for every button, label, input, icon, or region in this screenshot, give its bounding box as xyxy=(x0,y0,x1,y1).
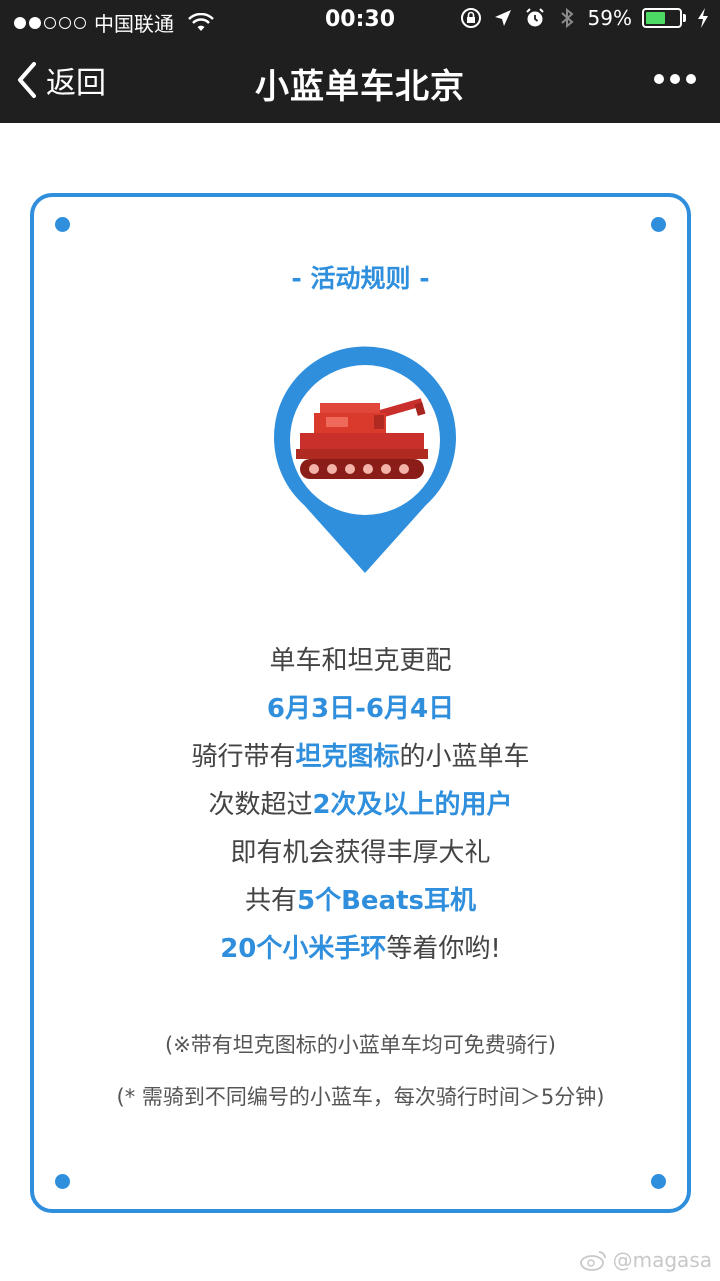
rule-highlight: 5个Beats耳机 xyxy=(297,886,476,916)
status-bar: 中国联通 00:30 59% xyxy=(0,0,720,40)
corner-dot xyxy=(55,217,70,232)
rule-line: 6月3日-6月4日 xyxy=(34,685,687,733)
rule-line: 单车和坦克更配 xyxy=(34,637,687,685)
rule-line: 次数超过2次及以上的用户 xyxy=(34,781,687,829)
rules-content: 单车和坦克更配 6月3日-6月4日 骑行带有坦克图标的小蓝单车 次数超过2次及以上的用… xyxy=(34,637,687,973)
corner-dot xyxy=(651,217,666,232)
note-line: (* 需骑到不同编号的小蓝车，每次骑行时间＞5分钟) xyxy=(116,1085,605,1109)
status-indicators: 59% xyxy=(460,6,710,30)
rule-text: 次数超过 xyxy=(208,790,313,820)
watermark-text: @magasa xyxy=(612,1248,712,1272)
rule-line: 共有5个Beats耳机 xyxy=(34,877,687,925)
battery-percent: 59% xyxy=(587,6,632,30)
map-pin-icon xyxy=(274,346,456,573)
rule-text: 单车和坦克更配 xyxy=(269,646,452,676)
watermark: @magasa xyxy=(579,1248,712,1272)
alarm-icon xyxy=(525,8,544,27)
rule-text: 即有机会获得丰厚大礼 xyxy=(230,838,491,868)
bluetooth-icon xyxy=(560,7,574,29)
note-line: (※带有坦克图标的小蓝单车均可免费骑行) xyxy=(165,1033,556,1057)
rule-line: 骑行带有坦克图标的小蓝单车 xyxy=(34,733,687,781)
more-icon[interactable] xyxy=(654,74,696,84)
section-title: - 活动规则 - xyxy=(291,264,430,293)
rule-highlight: 2次及以上的用户 xyxy=(312,790,513,820)
rules-card: - 活动规则 - 单车和坦克更配 6月3日-6月4日 骑行带有坦克图标的小蓝单车… xyxy=(30,193,691,1213)
nav-bar: 返回 小蓝单车北京 xyxy=(0,40,720,123)
rule-line: 即有机会获得丰厚大礼 xyxy=(34,829,687,877)
rule-highlight: 坦克图标 xyxy=(295,742,400,772)
battery-icon xyxy=(642,8,686,28)
corner-dot xyxy=(651,1174,666,1189)
rule-line: 20个小米手环等着你哟! xyxy=(34,925,687,973)
rule-text: 的小蓝单车 xyxy=(399,742,530,772)
rule-text: 等着你哟! xyxy=(386,934,501,964)
rule-highlight: 20个小米手环 xyxy=(220,934,387,964)
lock-rotation-icon xyxy=(460,8,481,28)
corner-dot xyxy=(55,1174,70,1189)
location-arrow-icon xyxy=(494,10,511,26)
rule-text: 骑行带有 xyxy=(191,742,296,772)
rule-highlight: 6月3日-6月4日 xyxy=(266,694,455,724)
rule-text: 共有 xyxy=(244,886,297,916)
charging-icon xyxy=(698,8,708,28)
weibo-icon xyxy=(579,1251,606,1271)
page-title: 小蓝单车北京 xyxy=(255,67,465,107)
rules-notes: (※带有坦克图标的小蓝单车均可免费骑行) (* 需骑到不同编号的小蓝车，每次骑行… xyxy=(34,1019,687,1123)
